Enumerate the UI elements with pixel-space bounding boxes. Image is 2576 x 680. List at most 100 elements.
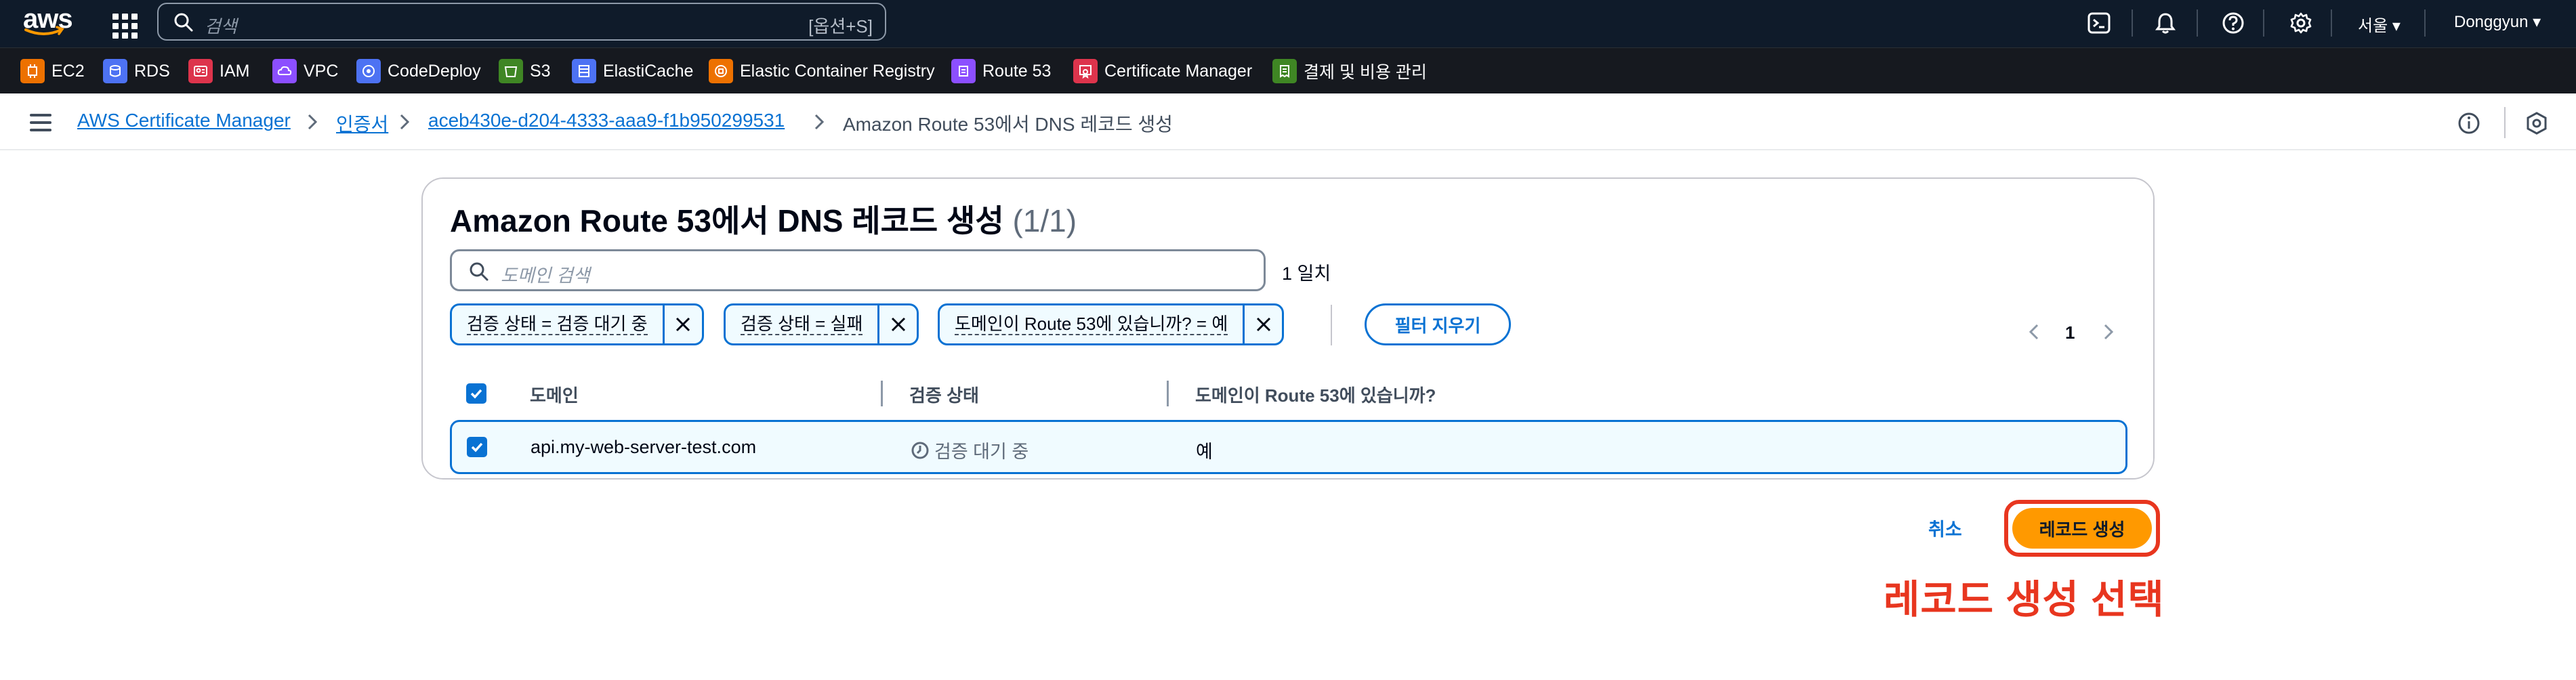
favorite-s3[interactable]: S3: [499, 58, 551, 85]
column-resizer[interactable]: [881, 381, 883, 406]
chevron-right-icon: [814, 114, 825, 130]
filter-divider: [1331, 305, 1332, 345]
clear-filters-button[interactable]: 필터 지우기: [1365, 303, 1511, 345]
breadcrumb-certificates[interactable]: 인증서: [336, 110, 388, 137]
breadcrumb-certificate-id[interactable]: aceb430e-d204-4333-aaa9-f1b950299531: [428, 110, 785, 131]
favorite-vpc[interactable]: VPC: [272, 58, 338, 85]
favorite-ec2[interactable]: EC2: [20, 58, 85, 85]
breadcrumb-acm[interactable]: AWS Certificate Manager: [77, 110, 291, 131]
favorite-certificate-manager[interactable]: Certificate Manager: [1073, 58, 1252, 85]
favorite-label: 결제 및 비용 관리: [1304, 63, 1427, 82]
filter-token-label[interactable]: 도메인이 Route 53에 있습니까? = 예: [955, 314, 1228, 335]
page-number[interactable]: 1: [2065, 322, 2075, 343]
s3-bucket-icon: [499, 59, 523, 83]
filter-token-label[interactable]: 검증 상태 = 검증 대기 중: [467, 314, 648, 335]
aws-smile-icon: [24, 26, 64, 35]
remove-filter-button[interactable]: [877, 305, 917, 343]
help-icon[interactable]: [2220, 9, 2247, 37]
region-selector[interactable]: 서울 ▾: [2358, 12, 2401, 36]
remove-filter-button[interactable]: [1243, 305, 1282, 343]
favorite-label: S3: [530, 61, 551, 81]
close-icon: [891, 317, 905, 332]
favorite-elasticache[interactable]: ElastiCache: [572, 58, 693, 85]
column-header-in-route53[interactable]: 도메인이 Route 53에 있습니까?: [1195, 382, 1436, 407]
column-header-status[interactable]: 검증 상태: [909, 382, 979, 407]
breadcrumb-current: Amazon Route 53에서 DNS 레코드 생성: [843, 114, 1173, 135]
selection-count: (1/1): [1012, 203, 1077, 238]
pending-clock-icon: [911, 442, 929, 459]
chevron-right-icon: [400, 114, 410, 130]
chevron-right-icon[interactable]: [2100, 321, 2117, 343]
close-icon: [676, 317, 690, 332]
favorite-iam[interactable]: IAM: [188, 58, 249, 85]
row-checkbox[interactable]: [467, 437, 487, 457]
favorite-route53[interactable]: Route 53: [951, 58, 1051, 85]
check-icon: [470, 389, 482, 399]
favorite-label: RDS: [134, 61, 170, 81]
feedback-icon[interactable]: [2523, 110, 2550, 137]
favorite-label: Elastic Container Registry: [740, 61, 935, 81]
nav-divider: [2331, 9, 2332, 37]
select-all-checkbox[interactable]: [466, 383, 486, 404]
favorite-label: EC2: [51, 61, 85, 81]
check-icon: [471, 442, 483, 452]
global-search-input[interactable]: 검색 [옵션+S]: [157, 3, 886, 41]
account-menu[interactable]: Donggyun ▾: [2454, 12, 2541, 32]
vpc-icon: [272, 59, 297, 83]
services-grid-icon[interactable]: [108, 9, 138, 39]
nav-divider: [2132, 9, 2133, 37]
iam-icon: [188, 59, 213, 83]
chevron-right-icon: [308, 114, 318, 130]
route53-icon: [951, 59, 976, 83]
user-name: Donggyun: [2454, 13, 2529, 31]
certificate-manager-icon: [1073, 59, 1098, 83]
chevron-left-icon[interactable]: [2026, 321, 2042, 343]
menu-icon[interactable]: [30, 114, 51, 131]
cancel-button[interactable]: 취소: [1928, 515, 1962, 541]
search-shortcut: [옵션+S]: [808, 16, 873, 37]
domain-search-input[interactable]: 도메인 검색: [450, 249, 1266, 291]
aws-logo[interactable]: aws: [22, 4, 73, 39]
toolbar-divider: [2504, 107, 2506, 138]
annotation-label: 레코드 생성 선택: [1884, 578, 2165, 622]
favorite-rds[interactable]: RDS: [103, 58, 170, 85]
column-resizer[interactable]: [1167, 381, 1169, 406]
domain-search-placeholder: 도메인 검색: [501, 265, 590, 286]
search-icon: [470, 262, 489, 281]
filter-token[interactable]: 검증 상태 = 검증 대기 중: [450, 303, 704, 345]
billing-icon: [1272, 59, 1297, 83]
bell-icon[interactable]: [2152, 9, 2179, 37]
row-status: 검증 대기 중: [910, 437, 1029, 463]
info-icon[interactable]: [2455, 110, 2482, 137]
search-icon: [174, 13, 193, 32]
filter-token-label[interactable]: 검증 상태 = 실패: [741, 314, 863, 335]
cloudshell-icon[interactable]: [2085, 9, 2113, 37]
filter-token[interactable]: 도메인이 Route 53에 있습니까? = 예: [938, 303, 1285, 345]
favorite-label: VPC: [304, 61, 339, 81]
nav-divider: [2424, 9, 2426, 37]
elasticache-icon: [572, 59, 596, 83]
favorites-bar: EC2 RDS IAM VPC CodeDeploy S3 ElastiCach…: [0, 47, 2576, 93]
match-count: 1 일치: [1282, 263, 1331, 284]
rds-icon: [103, 59, 127, 83]
filter-token[interactable]: 검증 상태 = 실패: [724, 303, 919, 345]
caret-down-icon: ▾: [2533, 13, 2541, 31]
panel-title: Amazon Route 53에서 DNS 레코드 생성 (1/1): [450, 196, 1077, 241]
region-label: 서울: [2358, 17, 2388, 35]
favorite-label: Certificate Manager: [1104, 61, 1253, 81]
favorite-codedeploy[interactable]: CodeDeploy: [356, 58, 481, 85]
ec2-icon: [20, 59, 45, 83]
row-status-text: 검증 대기 중: [934, 442, 1029, 462]
favorite-ecr[interactable]: Elastic Container Registry: [709, 58, 935, 85]
dns-records-panel: Amazon Route 53에서 DNS 레코드 생성 (1/1) 도메인 검…: [421, 177, 2155, 480]
favorite-billing[interactable]: 결제 및 비용 관리: [1272, 58, 1427, 85]
ecr-icon: [709, 59, 733, 83]
search-placeholder: 검색: [205, 16, 237, 37]
column-header-domain[interactable]: 도메인: [530, 382, 579, 407]
remove-filter-button[interactable]: [662, 305, 702, 343]
nav-divider: [2263, 9, 2264, 37]
gear-icon[interactable]: [2287, 9, 2314, 37]
table-row[interactable]: api.my-web-server-test.com 검증 대기 중 예: [450, 420, 2127, 474]
caret-down-icon: ▾: [2392, 17, 2401, 35]
create-records-button[interactable]: 레코드 생성: [2012, 508, 2152, 549]
